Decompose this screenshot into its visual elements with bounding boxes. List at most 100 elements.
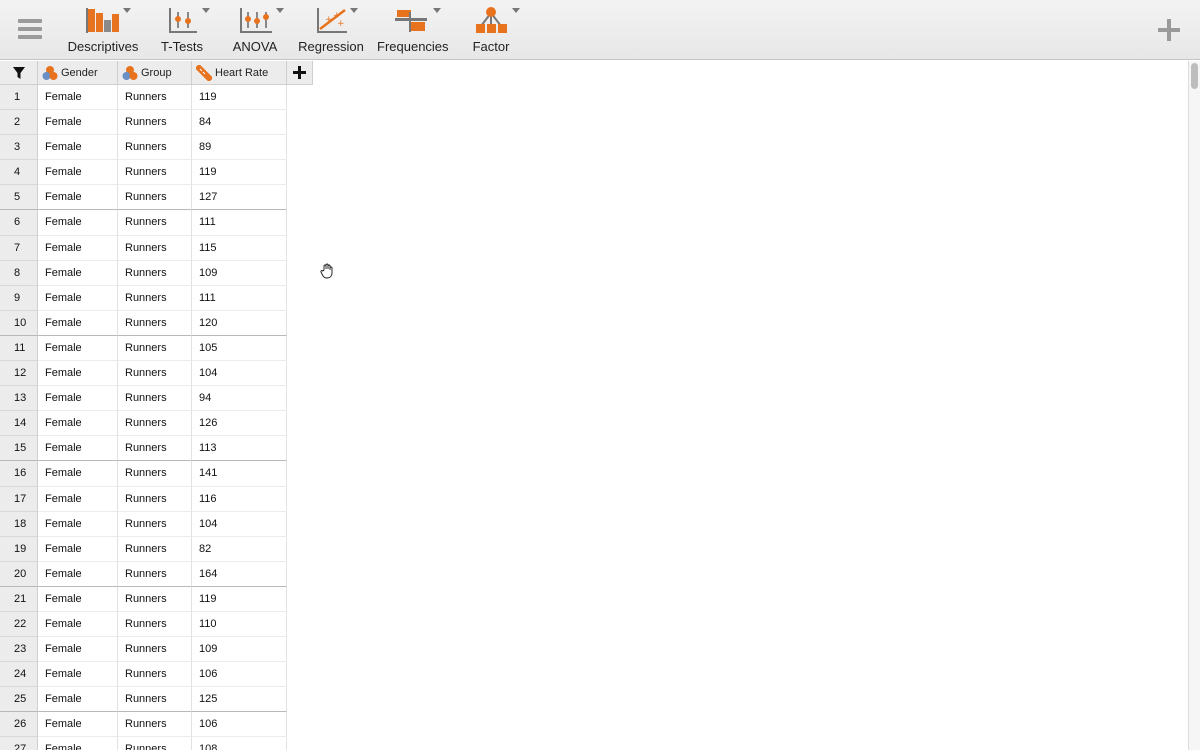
table-row[interactable]: 13 Female Runners 94 — [0, 386, 288, 412]
cell-gender[interactable]: Female — [38, 160, 118, 186]
table-row[interactable]: 18 Female Runners 104 — [0, 511, 288, 537]
table-row[interactable]: 16 Female Runners 141 — [0, 461, 288, 487]
cell-group[interactable]: Runners — [118, 712, 192, 738]
cell-group[interactable]: Runners — [118, 185, 192, 211]
cell-gender[interactable]: Female — [38, 135, 118, 161]
factor-button[interactable]: Factor — [470, 4, 520, 56]
cell-gender[interactable]: Female — [38, 712, 118, 738]
cell-gender[interactable]: Female — [38, 185, 118, 211]
column-header-group[interactable]: Group — [118, 61, 192, 85]
table-row[interactable]: 5 Female Runners 127 — [0, 185, 288, 211]
table-row[interactable]: 2 Female Runners 84 — [0, 110, 288, 136]
table-row[interactable]: 14 Female Runners 126 — [0, 411, 288, 437]
cell-heart-rate[interactable]: 113 — [192, 436, 287, 462]
cell-group[interactable]: Runners — [118, 436, 192, 462]
add-module-plus-icon[interactable] — [1158, 19, 1180, 41]
cell-group[interactable]: Runners — [118, 461, 192, 487]
cell-heart-rate[interactable]: 111 — [192, 285, 287, 311]
cell-gender[interactable]: Female — [38, 486, 118, 512]
cell-gender[interactable]: Female — [38, 310, 118, 336]
cell-group[interactable]: Runners — [118, 386, 192, 412]
cell-group[interactable]: Runners — [118, 637, 192, 663]
cell-group[interactable]: Runners — [118, 536, 192, 562]
cell-gender[interactable]: Female — [38, 210, 118, 236]
cell-gender[interactable]: Female — [38, 662, 118, 688]
cell-gender[interactable]: Female — [38, 461, 118, 487]
cell-group[interactable]: Runners — [118, 737, 192, 750]
table-row[interactable]: 10 Female Runners 120 — [0, 310, 288, 336]
table-row[interactable]: 12 Female Runners 104 — [0, 361, 288, 387]
cell-heart-rate[interactable]: 111 — [192, 210, 287, 236]
filter-column-header[interactable] — [0, 61, 38, 85]
cell-heart-rate[interactable]: 127 — [192, 185, 287, 211]
cell-group[interactable]: Runners — [118, 285, 192, 311]
table-row[interactable]: 9 Female Runners 111 — [0, 285, 288, 311]
table-row[interactable]: 7 Female Runners 115 — [0, 235, 288, 261]
table-row[interactable]: 21 Female Runners 119 — [0, 586, 288, 612]
cell-heart-rate[interactable]: 109 — [192, 637, 287, 663]
cell-gender[interactable]: Female — [38, 436, 118, 462]
cell-group[interactable]: Runners — [118, 511, 192, 537]
column-header-heart-rate[interactable]: Heart Rate — [192, 61, 287, 85]
cell-gender[interactable]: Female — [38, 737, 118, 750]
cell-group[interactable]: Runners — [118, 687, 192, 713]
cell-gender[interactable]: Female — [38, 687, 118, 713]
cell-heart-rate[interactable]: 164 — [192, 561, 287, 587]
cell-gender[interactable]: Female — [38, 335, 118, 362]
cell-group[interactable]: Runners — [118, 611, 192, 638]
cell-group[interactable]: Runners — [118, 85, 192, 111]
cell-heart-rate[interactable]: 141 — [192, 461, 287, 487]
cell-group[interactable]: Runners — [118, 411, 192, 437]
cell-group[interactable]: Runners — [118, 210, 192, 236]
cell-group[interactable]: Runners — [118, 561, 192, 587]
cell-heart-rate[interactable]: 82 — [192, 536, 287, 562]
cell-gender[interactable]: Female — [38, 110, 118, 136]
cell-heart-rate[interactable]: 125 — [192, 687, 287, 713]
cell-heart-rate[interactable]: 119 — [192, 160, 287, 186]
cell-heart-rate[interactable]: 89 — [192, 135, 287, 161]
cell-heart-rate[interactable]: 84 — [192, 110, 287, 136]
table-row[interactable]: 19 Female Runners 82 — [0, 536, 288, 562]
add-column-plus-icon[interactable] — [287, 61, 313, 85]
cell-heart-rate[interactable]: 109 — [192, 260, 287, 286]
cell-gender[interactable]: Female — [38, 386, 118, 412]
cell-heart-rate[interactable]: 116 — [192, 486, 287, 512]
cell-group[interactable]: Runners — [118, 310, 192, 336]
column-header-gender[interactable]: Gender — [38, 61, 118, 85]
cell-gender[interactable]: Female — [38, 586, 118, 612]
cell-group[interactable]: Runners — [118, 361, 192, 387]
cell-heart-rate[interactable]: 104 — [192, 361, 287, 387]
table-row[interactable]: 1 Female Runners 119 — [0, 85, 288, 111]
table-row[interactable]: 23 Female Runners 109 — [0, 637, 288, 663]
cell-gender[interactable]: Female — [38, 260, 118, 286]
table-row[interactable]: 27 Female Runners 108 — [0, 737, 288, 750]
cell-heart-rate[interactable]: 104 — [192, 511, 287, 537]
scrollbar-thumb[interactable] — [1191, 63, 1198, 89]
cell-heart-rate[interactable]: 106 — [192, 662, 287, 688]
cell-group[interactable]: Runners — [118, 160, 192, 186]
table-row[interactable]: 17 Female Runners 116 — [0, 486, 288, 512]
cell-gender[interactable]: Female — [38, 511, 118, 537]
t-tests-button[interactable]: T-Tests — [158, 4, 210, 56]
cell-gender[interactable]: Female — [38, 411, 118, 437]
cell-group[interactable]: Runners — [118, 586, 192, 612]
cell-heart-rate[interactable]: 94 — [192, 386, 287, 412]
table-row[interactable]: 22 Female Runners 110 — [0, 611, 288, 638]
table-row[interactable]: 24 Female Runners 106 — [0, 662, 288, 688]
cell-group[interactable]: Runners — [118, 260, 192, 286]
table-row[interactable]: 11 Female Runners 105 — [0, 335, 288, 362]
table-row[interactable]: 6 Female Runners 111 — [0, 210, 288, 236]
cell-gender[interactable]: Female — [38, 611, 118, 638]
cell-heart-rate[interactable]: 119 — [192, 586, 287, 612]
table-row[interactable]: 15 Female Runners 113 — [0, 436, 288, 462]
data-spreadsheet[interactable]: Gender Group Heart Rate 1 Female Runners 11… — [0, 61, 1188, 750]
cell-heart-rate[interactable]: 110 — [192, 611, 287, 638]
table-row[interactable]: 26 Female Runners 106 — [0, 712, 288, 738]
cell-group[interactable]: Runners — [118, 662, 192, 688]
cell-gender[interactable]: Female — [38, 536, 118, 562]
anova-button[interactable]: ANOVA — [232, 4, 284, 56]
main-menu-hamburger-icon[interactable] — [18, 19, 42, 41]
table-row[interactable]: 20 Female Runners 164 — [0, 561, 288, 587]
cell-gender[interactable]: Female — [38, 561, 118, 587]
cell-heart-rate[interactable]: 108 — [192, 737, 287, 750]
